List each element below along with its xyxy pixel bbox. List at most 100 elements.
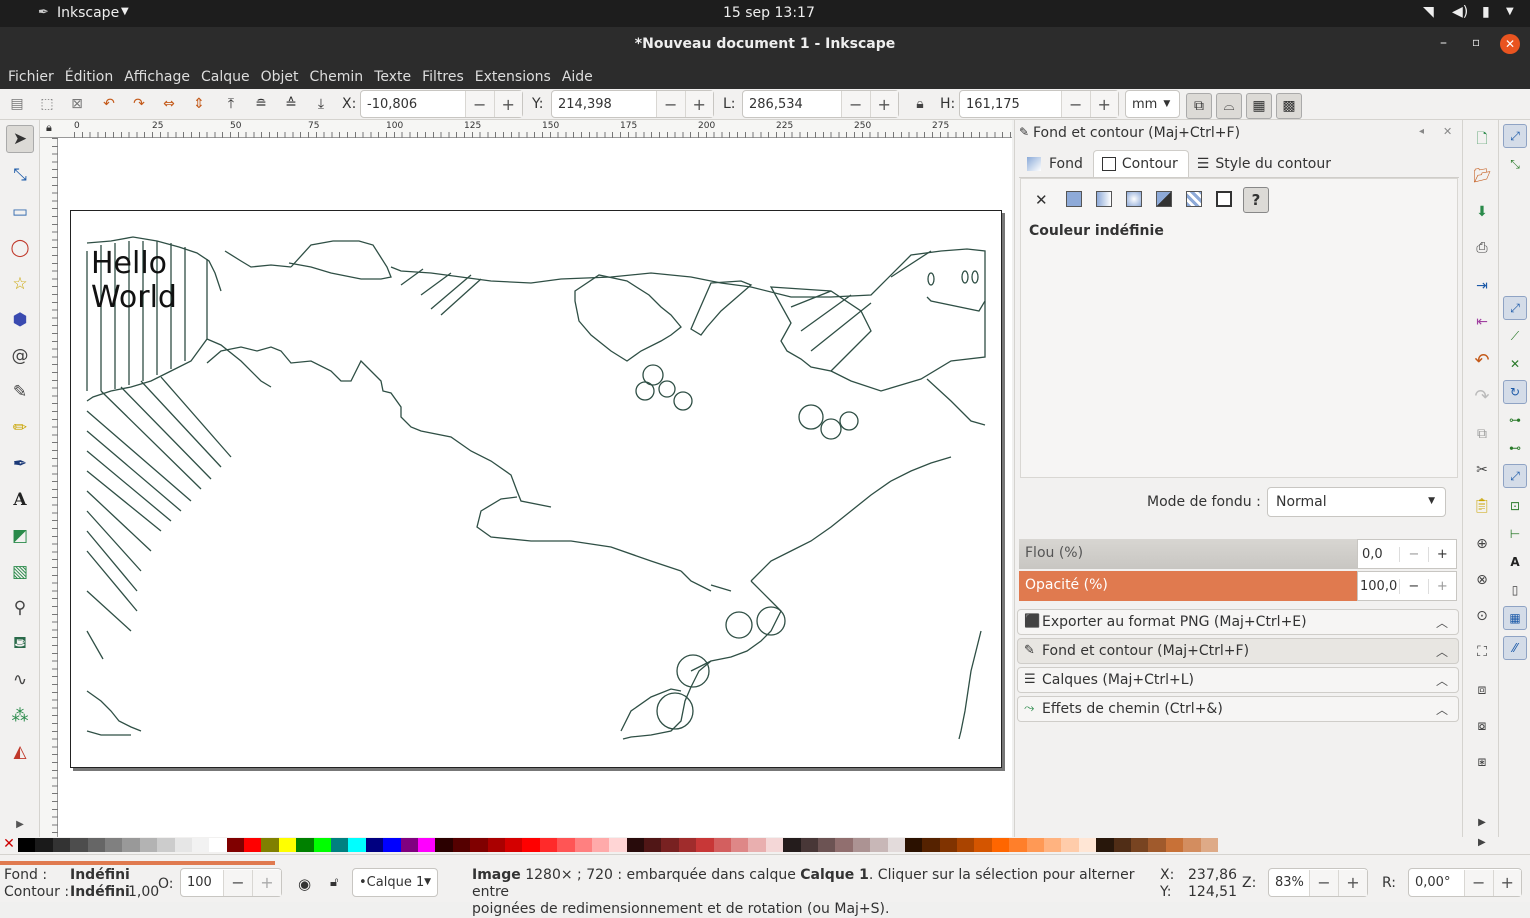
- dock-layers[interactable]: ☰ Calques (Maj+Ctrl+L) ︿: [1017, 667, 1459, 693]
- palette-swatch[interactable]: [748, 838, 766, 852]
- snap-baseline-icon[interactable]: ⊢: [1503, 522, 1527, 546]
- dropper-tool-icon[interactable]: ⚲: [6, 594, 34, 622]
- palette-swatch[interactable]: [313, 838, 332, 852]
- palette-swatch[interactable]: [278, 838, 297, 852]
- raise-icon[interactable]: ≘: [250, 93, 272, 115]
- tweak-tool-icon[interactable]: ∿: [6, 666, 34, 694]
- lower-to-bottom-icon[interactable]: ⤓: [310, 93, 332, 115]
- palette-swatch[interactable]: [87, 838, 105, 852]
- snap-grid-icon[interactable]: ▦: [1503, 606, 1527, 630]
- snap-page-border-icon[interactable]: ▯: [1503, 578, 1527, 602]
- eraser-tool-icon[interactable]: ◭: [6, 738, 34, 766]
- palette-swatch[interactable]: [1165, 838, 1184, 852]
- palette-swatch[interactable]: [678, 838, 697, 852]
- select-all-icon[interactable]: ▤: [6, 93, 28, 115]
- x-field[interactable]: − +: [360, 90, 523, 118]
- palette-swatch[interactable]: [870, 838, 888, 852]
- linear-gradient-icon[interactable]: [1096, 191, 1112, 207]
- undo-icon[interactable]: ↶: [1470, 348, 1494, 372]
- palette-swatch[interactable]: [1044, 838, 1062, 852]
- flip-horizontal-icon[interactable]: ⇔: [158, 93, 180, 115]
- palette-swatch[interactable]: [661, 838, 679, 852]
- snap-bbox-icon[interactable]: ⤡: [1503, 152, 1527, 176]
- palette-swatch[interactable]: [852, 838, 871, 852]
- snap-midpoints-icon[interactable]: ⊶: [1503, 408, 1527, 432]
- snap-enable-icon[interactable]: ⤢: [1503, 124, 1527, 148]
- zoom-field[interactable]: − +: [1268, 868, 1368, 897]
- ellipse-tool-icon[interactable]: ◯: [6, 234, 34, 262]
- height-decrement-button[interactable]: −: [1061, 91, 1090, 117]
- palette-swatch[interactable]: [104, 838, 123, 852]
- clock[interactable]: 15 sep 13:17: [723, 5, 815, 21]
- palette-swatch[interactable]: [731, 838, 749, 852]
- drawing-canvas[interactable]: Hello World: [58, 138, 1012, 838]
- palette-swatch[interactable]: [626, 838, 645, 852]
- import-icon[interactable]: ⇥: [1470, 274, 1494, 298]
- dock-fill-stroke[interactable]: ✎ Fond et contour (Maj+Ctrl+F) ︿: [1017, 638, 1459, 664]
- mesh-gradient-icon[interactable]: [1156, 191, 1172, 207]
- zoom-page-icon[interactable]: ⊙: [1470, 604, 1494, 628]
- mesh-tool-icon[interactable]: ▧: [6, 558, 34, 586]
- menu-calque[interactable]: Calque: [201, 69, 250, 85]
- palette-swatch[interactable]: [348, 838, 366, 852]
- zoom-width-icon[interactable]: ⛶: [1470, 640, 1494, 664]
- palette-swatch[interactable]: [1026, 838, 1045, 852]
- height-field[interactable]: − +: [959, 90, 1119, 118]
- tab-fill[interactable]: Fond: [1019, 150, 1093, 177]
- palette-swatch[interactable]: [417, 838, 436, 852]
- dock-icon[interactable]: ◂: [1419, 126, 1424, 137]
- rotate-input[interactable]: [1409, 870, 1464, 895]
- height-increment-button[interactable]: +: [1089, 91, 1118, 117]
- unset-paint-icon[interactable]: ?: [1243, 187, 1269, 213]
- rotate-ccw-icon[interactable]: ↶: [98, 93, 120, 115]
- snap-rotation-center-icon[interactable]: ⤢: [1503, 464, 1527, 488]
- palette-swatch[interactable]: [18, 838, 36, 852]
- no-color-swatch-icon[interactable]: ✕: [0, 837, 18, 853]
- snap-object-center-icon[interactable]: ⊡: [1503, 494, 1527, 518]
- y-input[interactable]: [552, 92, 656, 116]
- move-patterns-icon[interactable]: ▩: [1276, 93, 1302, 119]
- palette-swatch[interactable]: [644, 838, 662, 852]
- palette-swatch[interactable]: [400, 838, 418, 852]
- palette-swatch[interactable]: [1096, 838, 1114, 852]
- width-increment-button[interactable]: +: [869, 91, 898, 117]
- print-icon[interactable]: ⎙: [1470, 236, 1494, 260]
- menu-aide[interactable]: Aide: [562, 69, 593, 85]
- palette-swatch[interactable]: [522, 838, 540, 852]
- pattern-icon[interactable]: [1186, 191, 1202, 207]
- blur-slider[interactable]: Flou (%): [1019, 539, 1357, 569]
- palette-swatch[interactable]: [226, 838, 245, 852]
- snap-paths-icon[interactable]: ⟋: [1503, 324, 1527, 348]
- paint-bucket-tool-icon[interactable]: ⛾: [6, 630, 34, 658]
- flat-color-icon[interactable]: [1066, 191, 1082, 207]
- x-decrement-button[interactable]: −: [465, 91, 494, 117]
- star-tool-icon[interactable]: ☆: [6, 270, 34, 298]
- palette-swatch[interactable]: [783, 838, 801, 852]
- palette-swatch[interactable]: [557, 838, 575, 852]
- scale-stroke-icon[interactable]: ⧉: [1186, 93, 1212, 119]
- 3d-box-tool-icon[interactable]: ⬢: [6, 306, 34, 334]
- palette-swatch[interactable]: [139, 838, 158, 852]
- y-increment-button[interactable]: +: [684, 91, 713, 117]
- zoom-out-button[interactable]: −: [1309, 869, 1338, 896]
- palette-swatch[interactable]: [991, 838, 1010, 852]
- palette-swatch[interactable]: [35, 838, 53, 852]
- y-field[interactable]: − +: [551, 90, 714, 118]
- palette-swatch[interactable]: [157, 838, 175, 852]
- chevron-down-icon[interactable]: ▼: [121, 6, 129, 17]
- width-input[interactable]: [743, 92, 841, 116]
- palette-swatch[interactable]: [609, 838, 627, 852]
- palette-swatch[interactable]: [365, 838, 384, 852]
- menu-extensions[interactable]: Extensions: [475, 69, 551, 85]
- palette-swatch[interactable]: [504, 838, 523, 852]
- menu-filtres[interactable]: Filtres: [422, 69, 464, 85]
- palette-swatch[interactable]: [1200, 838, 1218, 852]
- node-tool-icon[interactable]: ⤡: [6, 161, 34, 189]
- raise-to-top-icon[interactable]: ⤒: [220, 93, 242, 115]
- dock-export-png[interactable]: ⬛ Exporter au format PNG (Maj+Ctrl+E) ︿: [1017, 609, 1459, 635]
- commands-more-icon[interactable]: ▶: [1470, 810, 1494, 834]
- opacity-decrement-button[interactable]: −: [1399, 578, 1427, 594]
- menu-texte[interactable]: Texte: [374, 69, 411, 85]
- x-increment-button[interactable]: +: [493, 91, 522, 117]
- lock-guides-icon[interactable]: 🔒︎: [46, 121, 52, 135]
